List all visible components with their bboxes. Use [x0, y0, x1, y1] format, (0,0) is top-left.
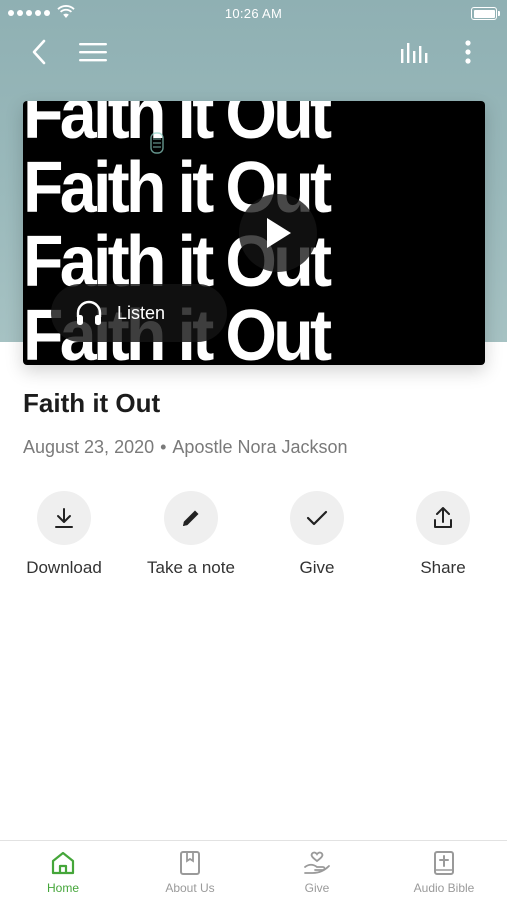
now-playing-button[interactable]: [396, 34, 432, 70]
give-button[interactable]: Give: [257, 491, 377, 578]
listen-button[interactable]: Listen: [51, 284, 227, 342]
download-button[interactable]: Download: [4, 491, 124, 578]
bible-icon: [434, 851, 454, 875]
more-options-button[interactable]: [452, 34, 484, 70]
vertical-dots-icon: [465, 40, 471, 64]
check-icon: [306, 510, 328, 526]
sermon-date: August 23, 2020: [23, 437, 155, 457]
back-button[interactable]: [22, 34, 56, 70]
share-circle[interactable]: [416, 491, 470, 545]
sermon-meta: August 23, 2020 • Apostle Nora Jackson: [23, 437, 348, 458]
status-time: 10:26 AM: [224, 6, 283, 21]
take-note-label: Take a note: [147, 558, 235, 577]
sermon-speaker: Apostle Nora Jackson: [172, 437, 348, 457]
action-row: Download Take a note Give Share: [0, 491, 507, 591]
tab-about-us[interactable]: About Us: [127, 841, 253, 900]
artwork-glyph-icon: [150, 132, 164, 154]
artwork-line: Faith it Out: [23, 101, 332, 154]
tab-home[interactable]: Home: [0, 841, 126, 900]
play-button[interactable]: [239, 194, 317, 272]
give-hand-icon: [304, 851, 330, 874]
give-circle[interactable]: [290, 491, 344, 545]
headphones-icon: [76, 300, 102, 325]
listen-label: Listen: [117, 302, 166, 323]
book-icon: [180, 851, 200, 875]
give-label: Give: [299, 558, 335, 577]
hamburger-icon: [79, 43, 107, 62]
download-label: Download: [26, 558, 102, 577]
sermon-artwork[interactable]: Faith it Out Faith it Out Faith it Out F…: [23, 101, 485, 365]
download-icon: [55, 508, 73, 528]
tab-give[interactable]: Give: [254, 841, 380, 900]
download-circle[interactable]: [37, 491, 91, 545]
audio-bars-icon: [401, 43, 428, 63]
tab-audio-bible[interactable]: Audio Bible: [381, 841, 507, 900]
meta-separator: •: [160, 437, 167, 457]
share-button[interactable]: Share: [383, 491, 503, 578]
take-note-circle[interactable]: [164, 491, 218, 545]
share-icon: [434, 507, 452, 528]
home-icon: [51, 851, 75, 875]
play-icon: [267, 218, 291, 248]
tab-give-label: Give: [304, 881, 330, 895]
share-label: Share: [420, 558, 466, 577]
pencil-icon: [183, 510, 199, 526]
status-bar: 10:26 AM: [0, 0, 507, 28]
tab-audio-bible-label: Audio Bible: [413, 881, 475, 895]
battery-icon: [471, 7, 500, 20]
take-note-button[interactable]: Take a note: [131, 491, 251, 578]
tab-bar: Home About Us Give Audio Bible: [0, 840, 507, 900]
menu-button[interactable]: [74, 34, 112, 70]
chevron-left-icon: [32, 39, 46, 65]
sermon-title: Faith it Out: [23, 388, 161, 418]
tab-about-us-label: About Us: [165, 881, 215, 895]
tab-home-label: Home: [46, 881, 79, 895]
